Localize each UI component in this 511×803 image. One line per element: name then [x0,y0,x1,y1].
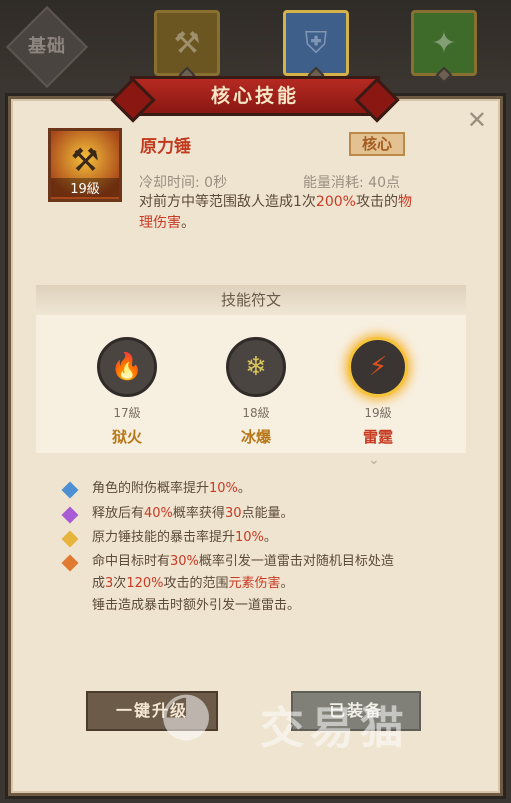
skill-icon: ⚒ 19級 [48,128,122,202]
energy-stat: 能量消耗: 40点 [303,175,400,191]
cat-logo-icon: ◕ [160,678,213,748]
rune-section-title: 技能符文 [36,285,466,315]
watermark: ◕ 交易猫 [160,678,490,758]
effect-line: 释放后有40%概率获得30点能量。 [92,506,294,521]
effect-line: 命中目标时有30%概率引发一道雷击对随机目标处造 成3次120%攻击的范围元素伤害… [92,554,394,613]
hammer-icon: ⚒ [70,141,100,179]
core-badge: 核心 [349,132,405,156]
gem-icon: ✦ [431,25,457,61]
thunder-icon[interactable]: ⚡ [348,337,408,397]
fire-icon[interactable]: 🔥 [97,337,157,397]
close-icon[interactable]: ✕ [467,106,487,134]
rune-name: 冰爆 [240,428,271,446]
effect-line: 角色的附伤概率提升10%。 [92,481,251,496]
tab-indicator [435,66,453,84]
skill-tab-gem[interactable]: ✦ [411,10,477,84]
rune-name: 狱火 [111,428,142,446]
panel-title: 核心技能 [130,76,380,116]
rune-name: 雷霆 [362,428,393,446]
ice-icon[interactable]: ❄ [226,337,286,397]
chevron-down-icon: ⌄ [368,452,380,468]
base-tab-label[interactable]: 基础 [18,32,76,58]
skill-tab-hammer[interactable]: ⚒ [154,10,220,84]
hammer-icon: ⚒ [173,25,201,61]
skill-description: 对前方中等范围敌人造成1次200%攻击的物 理伤害。 [139,194,412,231]
skill-tab-armor[interactable]: ⛨ [283,10,349,84]
rune-level: 18級 [242,406,270,420]
armor-icon: ⛨ [304,25,328,61]
cooldown-stat: 冷却时间: 0秒 [139,175,228,191]
watermark-text: 交易猫 [260,703,410,754]
skill-level: 19級 [51,178,119,197]
skill-name: 原力锤 [140,137,191,157]
effect-line: 原力锤技能的暴击率提升10%。 [92,530,277,545]
rune-level: 19級 [364,406,392,420]
rune-level: 17級 [113,406,141,420]
